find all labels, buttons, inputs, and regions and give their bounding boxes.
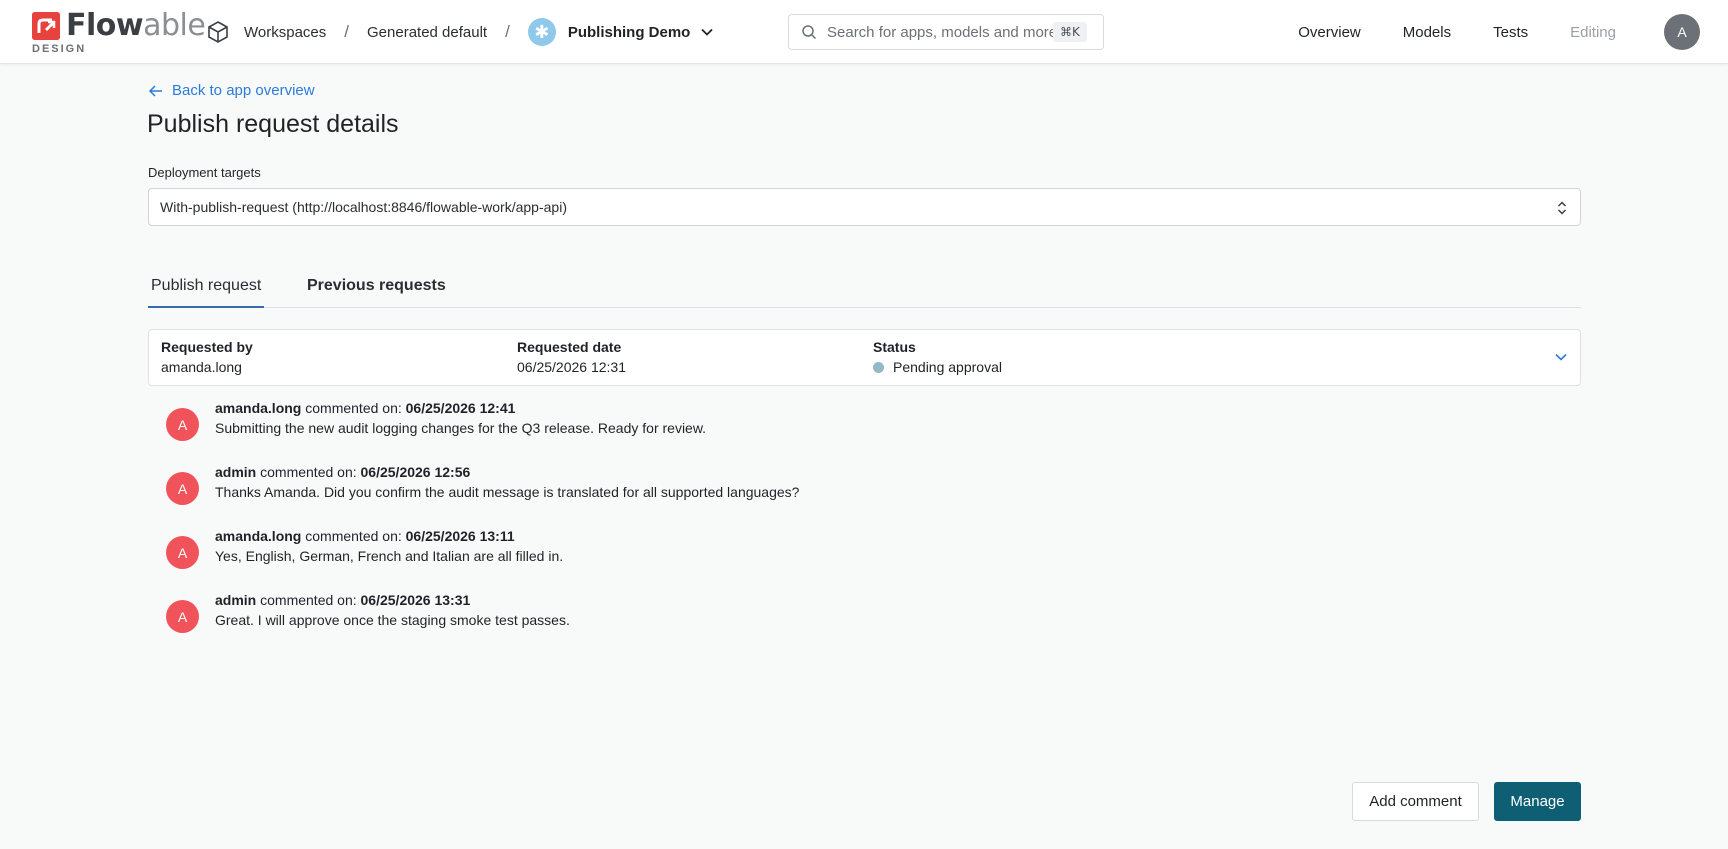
deployment-targets-value: With-publish-request (http://localhost:8…: [160, 199, 567, 215]
logo-wordmark-bold: Flow: [66, 8, 144, 43]
search-input[interactable]: [827, 23, 1053, 41]
top-nav: Overview Models Tests Editing: [1256, 0, 1616, 64]
requested-date-value: 06/25/2026 12:31: [517, 359, 626, 375]
search-shortcut-badge: ⌘K: [1053, 22, 1087, 42]
comment-list: A amanda.long commented on: 06/25/2026 1…: [166, 400, 1566, 656]
logo-wordmark-light: able: [143, 8, 206, 43]
asterisk-icon: ✱: [527, 18, 556, 46]
requested-by-column: Requested by amanda.long: [161, 339, 253, 375]
flowable-logo-mark-icon: [32, 12, 60, 40]
request-summary-card: Requested by amanda.long Requested date …: [148, 329, 1581, 386]
comment-date: 06/25/2026 13:11: [405, 528, 515, 544]
comment-date: 06/25/2026 13:31: [360, 592, 471, 608]
chevron-down-icon[interactable]: [700, 25, 714, 39]
comment-verb: commented on:: [260, 464, 357, 480]
nav-tests[interactable]: Tests: [1493, 24, 1528, 41]
status-column: Status Pending approval: [873, 339, 1002, 375]
requested-by-value: amanda.long: [161, 359, 242, 375]
comment-header: amanda.long commented on: 06/25/2026 13:…: [215, 528, 515, 544]
comment-date: 06/25/2026 12:56: [360, 464, 471, 480]
comment-item: A admin commented on: 06/25/2026 13:31 G…: [166, 592, 1566, 656]
manage-button[interactable]: Manage: [1494, 782, 1581, 821]
status-label: Status: [873, 339, 916, 355]
user-avatar[interactable]: A: [1664, 14, 1700, 50]
tab-publish-request[interactable]: Publish request: [148, 268, 265, 308]
cube-icon: [208, 21, 228, 43]
comment-header: admin commented on: 06/25/2026 13:31: [215, 592, 470, 608]
logo-wordmark: Flowable: [66, 8, 206, 43]
comment-date: 06/25/2026 12:41: [405, 400, 516, 416]
search-icon: [802, 25, 817, 40]
nav-editing[interactable]: Editing: [1570, 24, 1616, 41]
breadcrumb-separator: /: [344, 22, 349, 41]
nav-models[interactable]: Models: [1403, 24, 1451, 41]
comment-item: A amanda.long commented on: 06/25/2026 1…: [166, 528, 1566, 592]
comment-header: amanda.long commented on: 06/25/2026 12:…: [215, 400, 515, 416]
status-dot-icon: [873, 361, 884, 373]
deployment-targets-label: Deployment targets: [148, 165, 261, 180]
status-value: Pending approval: [893, 359, 1002, 375]
requested-date-column: Requested date 06/25/2026 12:31: [517, 339, 626, 375]
status-badge: Pending approval: [873, 359, 1002, 375]
comment-author: admin: [215, 592, 257, 608]
comment-text: Submitting the new audit logging changes…: [215, 420, 707, 436]
breadcrumb-workspace[interactable]: Generated default: [367, 24, 487, 41]
comment-verb: commented on:: [305, 528, 402, 544]
comment-text: Yes, English, German, French and Italian…: [215, 548, 564, 564]
add-comment-button[interactable]: Add comment: [1352, 782, 1479, 821]
comment-text: Thanks Amanda. Did you confirm the audit…: [215, 484, 800, 500]
chevron-down-icon[interactable]: [1554, 350, 1568, 364]
nav-overview[interactable]: Overview: [1298, 24, 1361, 41]
comment-avatar: A: [166, 600, 199, 633]
top-bar: Flowable DESIGN Workspaces / Generated d…: [0, 0, 1728, 64]
breadcrumb-separator: /: [505, 22, 510, 41]
comment-avatar: A: [166, 472, 199, 505]
back-link-label: Back to app overview: [172, 82, 315, 99]
deployment-targets-select[interactable]: With-publish-request (http://localhost:8…: [148, 188, 1581, 226]
comment-author: amanda.long: [215, 400, 302, 416]
comment-author: amanda.long: [215, 528, 302, 544]
comment-verb: commented on:: [305, 400, 402, 416]
select-updown-icon: [1557, 201, 1567, 215]
comment-header: admin commented on: 06/25/2026 12:56: [215, 464, 470, 480]
tab-previous-requests[interactable]: Previous requests: [304, 268, 449, 308]
requested-by-label: Requested by: [161, 339, 253, 355]
breadcrumb-workspaces[interactable]: Workspaces: [244, 24, 326, 41]
comment-item: A admin commented on: 06/25/2026 12:56 T…: [166, 464, 1566, 528]
comment-author: admin: [215, 464, 257, 480]
comment-text: Great. I will approve once the staging s…: [215, 612, 570, 628]
comment-avatar: A: [166, 536, 199, 569]
arrow-left-icon: [148, 84, 162, 97]
logo-subtitle: DESIGN: [32, 43, 87, 55]
breadcrumb-app[interactable]: Publishing Demo: [568, 24, 691, 41]
request-tabs: Publish request Previous requests: [148, 268, 1581, 308]
comment-avatar: A: [166, 408, 199, 441]
comment-item: A amanda.long commented on: 06/25/2026 1…: [166, 400, 1566, 464]
page-title: Publish request details: [147, 110, 399, 138]
breadcrumb: Workspaces / Generated default / ✱ Publi…: [206, 0, 714, 64]
back-to-app-overview-link[interactable]: Back to app overview: [148, 82, 315, 99]
global-search[interactable]: ⌘K: [788, 14, 1104, 50]
flowable-logo[interactable]: Flowable DESIGN: [32, 8, 206, 56]
requested-date-label: Requested date: [517, 339, 622, 355]
comment-verb: commented on:: [260, 592, 357, 608]
